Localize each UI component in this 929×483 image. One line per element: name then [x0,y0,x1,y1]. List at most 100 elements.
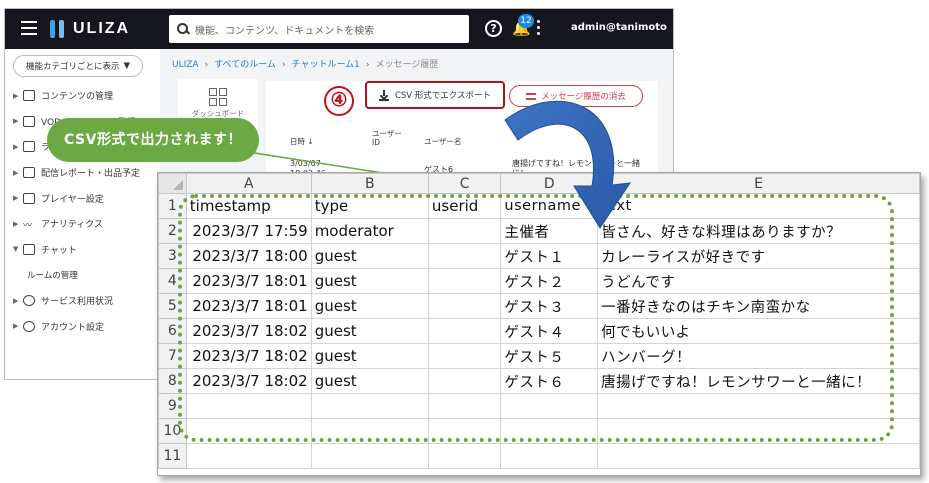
cell-userid[interactable] [427,243,502,269]
cell-type[interactable]: guest [310,293,429,319]
col-datetime-header[interactable]: 日時 ↓ [290,137,314,146]
cell-username[interactable] [500,418,599,444]
row-header[interactable]: 9 [158,393,187,419]
cell-text[interactable] [597,418,920,444]
row-header[interactable]: 10 [158,418,187,444]
cell-type[interactable]: guest [310,368,429,394]
row-header[interactable]: 2 [158,218,187,244]
cell-text[interactable]: 一番好きなのはチキン南蛮かな [597,293,920,319]
cell-timestamp[interactable]: 2023/3/7 17:59 [185,218,312,244]
breadcrumb-home[interactable]: ULIZA [172,60,199,70]
column-header[interactable]: D [500,173,599,194]
cell-timestamp[interactable]: 2023/3/7 18:00 [185,243,312,269]
cell-userid[interactable] [427,393,502,419]
cell-userid[interactable] [427,368,502,394]
sidebar-item-usage[interactable]: ▶ サービス利用状況 [5,288,155,314]
cell-timestamp[interactable]: 2023/3/7 18:01 [185,268,312,294]
cell-username[interactable]: ゲスト２ [500,268,599,294]
row-header[interactable]: 1 [158,193,187,219]
select-all-corner[interactable] [158,173,187,194]
cell-timestamp[interactable]: 2023/3/7 18:02 [185,368,312,394]
cell-text[interactable]: 皆さん、好きな料理はありますか？ [597,218,920,244]
row-header[interactable]: 3 [158,243,187,269]
cell-text[interactable]: カレーライスが好きです [597,243,920,269]
cell-timestamp[interactable] [185,393,312,419]
row-header[interactable]: 11 [158,443,187,469]
cell-text[interactable] [597,443,920,469]
cell-username[interactable] [500,443,599,469]
cell-username[interactable]: ゲスト１ [500,243,599,269]
menu-icon[interactable] [21,21,37,35]
cell-userid[interactable] [427,418,502,444]
row-header[interactable]: 6 [158,318,187,344]
csv-export-button[interactable]: CSV 形式でエクスポート [365,81,505,109]
search-input[interactable]: 機能、コンテンツ、ドキュメントを検索 [169,15,469,43]
cell-type[interactable]: guest [310,243,429,269]
sidebar-item-report[interactable]: ▶ 配信レポート・出品予定 [5,160,155,186]
logo[interactable]: ULIZA [49,18,130,40]
column-header[interactable]: E [597,173,920,194]
cell-type[interactable] [310,393,429,419]
sidebar-item-account[interactable]: ▶ アカウント設定 [5,313,155,339]
cell-username[interactable]: ゲスト４ [500,318,599,344]
cell-timestamp[interactable] [185,443,312,469]
cell-text[interactable]: 唐揚げですね！レモンサワーと一緒に！ [597,368,920,394]
cell-text[interactable]: text [597,193,920,219]
sidebar-item-label: 配信レポート・出品予定 [41,169,141,180]
sheet-row: 10 [158,418,920,444]
spreadsheet-grid: A B C D E 1 timestamp type userid username te… [158,173,920,469]
sidebar-item-analytics[interactable]: ▶ 〰アナリティクス [5,211,155,237]
cell-timestamp[interactable]: timestamp [185,193,312,219]
column-header[interactable]: A [185,173,312,194]
category-select[interactable]: 機能カテゴリごとに表示 ▼ [13,55,143,77]
breadcrumb-all-rooms[interactable]: すべてのルーム [214,60,276,70]
more-vert-icon[interactable] [537,20,541,36]
cell-userid[interactable] [427,443,502,469]
cell-type[interactable]: guest [310,268,429,294]
user-account[interactable]: admin@tanimoto [571,22,667,33]
cell-userid[interactable] [427,268,502,294]
cell-type[interactable]: moderator [310,218,429,244]
cell-timestamp[interactable]: 2023/3/7 18:01 [185,293,312,319]
sidebar-item-content[interactable]: ▶ コンテンツの管理 [5,83,155,109]
row-header[interactable]: 5 [158,293,187,319]
sidebar-item-player[interactable]: ▶ プレイヤー設定 [5,185,155,211]
cell-username[interactable] [500,393,599,419]
cell-type[interactable] [310,443,429,469]
cell-timestamp[interactable] [185,418,312,444]
cell-userid[interactable] [427,343,502,369]
cell-userid[interactable] [427,293,502,319]
cell-text[interactable] [597,393,920,419]
sidebar-item-room-management[interactable]: ルームの管理 [5,262,155,288]
cell-username[interactable]: ゲスト６ [500,368,599,394]
cell-text[interactable]: 何でもいいよ [597,318,920,344]
breadcrumb-chat-room[interactable]: チャットルーム1 [292,60,360,70]
cell-userid[interactable]: userid [427,193,502,219]
help-icon[interactable]: ? [485,20,502,37]
sidebar-item-chat[interactable]: ▼ チャット [5,237,155,263]
row-header[interactable]: 8 [158,368,187,394]
sheet-row: 6 2023/3/7 18:02 guest ゲスト４ 何でもいいよ [158,318,920,344]
cell-username[interactable]: username [500,193,599,219]
cell-username[interactable]: 主催者 [500,218,599,244]
cell-userid[interactable] [427,218,502,244]
sheet-row: 7 2023/3/7 18:02 guest ゲスト５ ハンバーグ！ [158,343,920,369]
column-header[interactable]: C [427,173,502,194]
cell-text[interactable]: うどんです [597,268,920,294]
column-header[interactable]: B [310,173,429,194]
logo-text: ULIZA [73,20,131,37]
cell-username[interactable]: ゲスト３ [500,293,599,319]
cell-userid[interactable] [427,318,502,344]
cell-type[interactable] [310,418,429,444]
cell-type[interactable]: type [310,193,429,219]
cell-timestamp[interactable]: 2023/3/7 18:02 [185,318,312,344]
callout-bubble: CSV形式で出力されます！ [47,118,259,162]
clear-history-button[interactable]: メッセージ履歴の消去 [509,85,643,107]
cell-username[interactable]: ゲスト５ [500,343,599,369]
cell-text[interactable]: ハンバーグ！ [597,343,920,369]
row-header[interactable]: 4 [158,268,187,294]
cell-timestamp[interactable]: 2023/3/7 18:02 [185,343,312,369]
cell-type[interactable]: guest [310,318,429,344]
row-header[interactable]: 7 [158,343,187,369]
cell-type[interactable]: guest [310,343,429,369]
